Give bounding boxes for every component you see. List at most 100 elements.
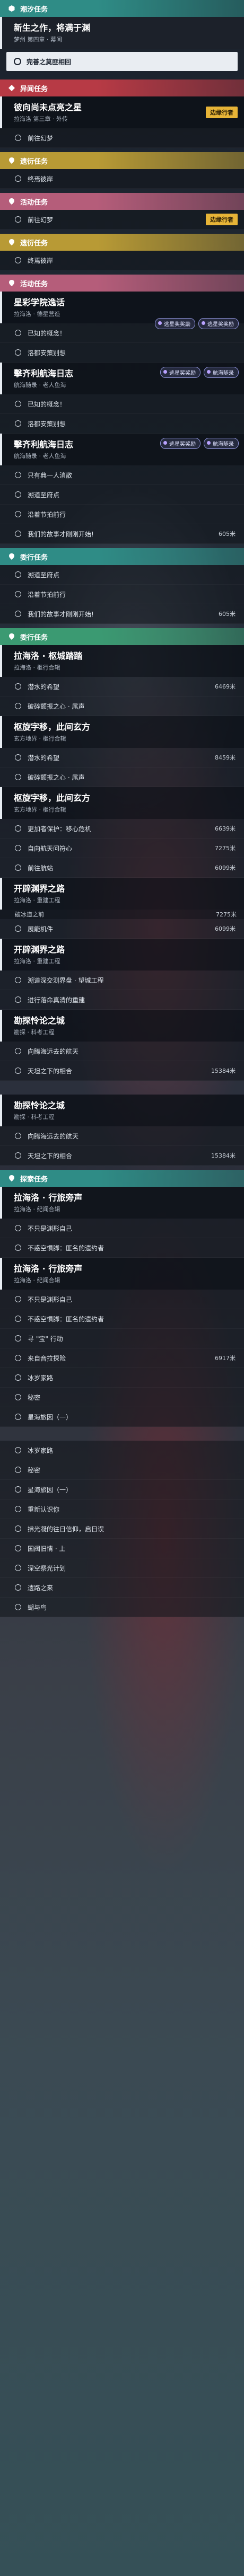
objective-row[interactable]: 溯道至府点 [0,485,244,505]
circle-icon [15,1506,21,1512]
objective-text: 终焉彼岸 [28,175,54,183]
objective-row[interactable]: 天坦之下的相合 15384米 [0,1146,244,1166]
objective-row[interactable]: 我们的故事才刚刚开始! 605米 [0,524,244,544]
objective-fragment: 破冰道之前 7275米 [0,910,244,919]
circle-icon [15,1048,21,1054]
quest-title[interactable]: 新生之作，将满于渊 梦州 第四章 · 幕间 [0,17,244,49]
quest-title[interactable]: 开辟渊界之路 拉海洛 · 重建工程 [0,878,244,910]
objective-row[interactable]: 沿着节拍前行 [0,505,244,524]
objective-row[interactable]: 前往幻梦 边缘行者 [0,210,244,230]
reward-pill: 航海随录 [204,367,239,378]
quest-title[interactable]: 拉海洛 · 行旅旁声 拉海洛 · 纪闻合辑 [0,1258,244,1290]
category-label: 异闻任务 [20,85,48,93]
objective-text: 不只是渊形自己 [28,1224,73,1232]
category-label: 活动任务 [20,198,48,207]
objective-row[interactable]: 潜水的希望 6469米 [0,677,244,696]
objective-row[interactable]: 拂光凝的往日信仰，启日误 [0,1519,244,1539]
objective-row[interactable]: 不惑空惧脚：匪名的遗约者 [0,1238,244,1258]
objective-row[interactable]: 遗路之来 [0,1578,244,1598]
circle-icon [15,1133,21,1139]
circle-icon [15,774,21,780]
objective-row[interactable]: 破碎颤振之心 · 尾声 [0,767,244,787]
objective-row[interactable]: 终焉彼岸 [0,169,244,189]
objective-distance: 6099米 [215,864,236,871]
objective-row[interactable]: 天坦之下的相合 15384米 [0,1061,244,1081]
objective-row[interactable]: 向腾海远去的航天 [0,1042,244,1061]
objective-row[interactable]: 重新认识你 [0,1499,244,1519]
quest-title[interactable]: 勘探怜论之城 勘探 · 科考工程 [0,1095,244,1126]
circle-icon [15,1355,21,1361]
objective-row[interactable]: 自向航天问符心 7275米 [0,839,244,858]
quest-name: 开辟渊界之路 [14,945,65,955]
objective-row[interactable]: 向腾海远去的航天 [0,1126,244,1146]
objective-row[interactable]: 更加者保护：移心危机 6639米 [0,819,244,839]
objective-row[interactable]: 展能机件 6099米 [0,919,244,939]
objective-row[interactable]: 已知的概念！ [0,394,244,414]
quest-title[interactable]: 开辟渊界之路 拉海洛 · 重建工程 [0,939,244,971]
category-label: 委行任务 [20,633,48,642]
objective-text: 已知的概念！ [28,329,66,337]
objective-row[interactable]: 前往航站 6099米 [0,858,244,878]
objective-row[interactable]: 冰岁家路 [0,1368,244,1388]
quest-subtitle: 拉海洛 · 重建工程 [14,958,60,965]
radio-icon [14,58,21,65]
objective-row[interactable]: 寻 "宝" 行动 [0,1329,244,1348]
category-header: 潮汐任务 [0,0,244,17]
objective-row[interactable]: 星海旅因（一） [0,1480,244,1499]
objective-row[interactable]: 蝴与鸟 [0,1598,244,1617]
quest-subtitle: 拉海洛 第三章 · 外传 [14,116,68,122]
objective-row[interactable]: 我们的故事才刚刚开始! 605米 [0,604,244,624]
objective-text: 星海旅因（一） [28,1486,73,1494]
quest-title[interactable]: 勘探怜论之城 勘探 · 科考工程 [0,1010,244,1042]
objective-row[interactable]: 破碎颤振之心 · 尾声 [0,696,244,716]
quest-subtitle: 拉海洛 · 纪闻合辑 [14,1277,60,1284]
quest-title[interactable]: 擊齐利航海日志 航海随录 · 老人鱼海 逃星奖奖励 航海随录 [0,363,244,394]
objective-text: 前往航站 [28,864,54,872]
objective-row[interactable]: 前往幻梦 [0,128,244,148]
quest-title[interactable]: 拉海洛 · 枢城踏踏 拉海洛 · 枢行合辑 [0,645,244,677]
objective-row[interactable]: 已知的概念！ 逃星奖奖励 逃星奖奖励 [0,318,244,343]
quest-title[interactable]: 拉海洛 · 行旅旁声 拉海洛 · 纪闻合辑 [0,1187,244,1219]
objective-row[interactable]: 沿着节拍前行 [0,585,244,604]
objective-row[interactable]: 国阀旧情 · 上 [0,1539,244,1558]
objective-row[interactable]: 来自音拉探险 6917米 [0,1348,244,1368]
objective-row[interactable]: 不只是渊形自己 [0,1219,244,1238]
objective-text: 深空祭光计划 [28,1564,66,1572]
objective-row[interactable]: 冰岁家路 [0,1441,244,1460]
objective-row[interactable]: 溯道至府点 [0,565,244,585]
objective-row[interactable]: 只有典一人消散 [0,465,244,485]
quest-title[interactable]: 彼向尚未点亮之星 拉海洛 第三章 · 外传 边缘行者 [0,96,244,128]
objective-row[interactable]: 秘密 [0,1460,244,1480]
objective-row[interactable]: 秘密 [0,1388,244,1407]
objective-text: 洛都安策别想 [28,420,66,428]
reward-tags: 逃星奖奖励 航海随录 [160,367,239,378]
quest-name: 枢旋字移，此间玄方 [14,722,91,732]
objective-row[interactable]: 不只是渊形自己 [0,1290,244,1309]
quest-title[interactable]: 擊齐利航海日志 航海随录 · 老人鱼海 逃星奖奖励 航海随录 [0,434,244,465]
circle-icon [15,1245,21,1251]
objective-row[interactable]: 溯道深交测界盘 · 望城工程 [0,971,244,990]
objective-text: 破碎颤振之心 · 尾声 [28,702,85,710]
objective-distance: 605米 [219,531,236,537]
quest-title[interactable]: 枢旋字移，此间玄方 玄方地界 · 枢行合辑 [0,787,244,819]
objective-row[interactable]: 星海旅因（一） [0,1407,244,1427]
quest-name: 彼向尚未点亮之星 [14,102,82,112]
quest-subtitle: 拉海洛 · 德星营造 [14,311,60,317]
objective-text: 溯道深交测界盘 · 望城工程 [28,976,104,984]
objective-row[interactable]: 进行落命真清的重建 [0,990,244,1010]
track-quest-button[interactable]: 完善之莫匪相回 [6,52,238,71]
objective-row[interactable]: 深空祭光计划 [0,1558,244,1578]
objective-row[interactable]: 潜水的希望 8459米 [0,748,244,767]
objective-distance: 6917米 [215,1355,236,1362]
objective-row[interactable]: 不惑空惧脚：匪名的遗约者 [0,1309,244,1329]
objective-row[interactable]: 洛都安策别想 [0,343,244,363]
quest-name: 拉海洛 · 枢城踏踏 [14,651,83,661]
objective-row[interactable]: 终焉彼岸 [0,251,244,270]
objective-row[interactable]: 洛都安策别想 [0,414,244,434]
quest-title[interactable]: 枢旋字移，此间玄方 玄方地界 · 枢行合辑 [0,716,244,748]
category-header: 活动任务 [0,275,244,292]
category-header: 异闻任务 [0,80,244,96]
category-label: 遗衍任务 [20,157,48,166]
